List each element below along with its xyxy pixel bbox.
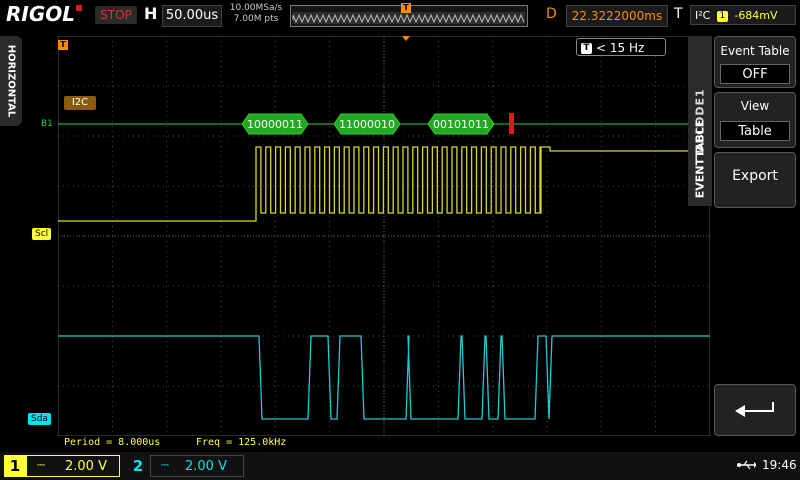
view-value: Table [720, 121, 790, 141]
bus-end-marker [509, 113, 514, 134]
trigger-channel-badge: 1 [716, 10, 728, 22]
event-table-side-tab: EVENTTABLE [688, 110, 712, 208]
trigger-frequency-badge: T < 15 Hz [576, 38, 666, 56]
horizontal-label: H [144, 4, 158, 23]
event-table-button[interactable]: Event Table OFF [714, 36, 796, 88]
ch2-scale: 2.00 V [185, 459, 227, 474]
ch1-scale-box[interactable]: ⎓ 2.00 V [26, 455, 120, 477]
decoded-packet-text: 11000010 [339, 118, 395, 131]
decoded-packets: 10000011 11000010 00101011 [241, 113, 495, 135]
trigger-freq-icon: T [581, 43, 592, 54]
memory-depth: 7.00M pts [233, 14, 279, 24]
ch2-scale-box[interactable]: ⎓ 2.00 V [150, 455, 244, 477]
period-measurement: Period = 8.000us [64, 437, 161, 448]
ch1-number[interactable]: 1 [4, 455, 26, 477]
ch2-number[interactable]: 2 [128, 455, 148, 477]
run-stop-indicator[interactable]: STOP [95, 6, 137, 24]
ch1-scale: 2.00 V [65, 459, 107, 474]
brand-text: RIGOL [6, 2, 76, 26]
timebase-value[interactable]: 50.00us [162, 5, 222, 27]
clock: 19:46 [762, 458, 797, 472]
trigger-offset-value[interactable]: 22.3222000ms [566, 5, 668, 27]
event-table-value: OFF [720, 64, 790, 84]
bus-marker[interactable]: B1 [38, 118, 56, 130]
ch1-coupling-icon: ⎓ [37, 460, 45, 471]
sda-channel-marker[interactable]: Sda [28, 413, 51, 425]
usb-icon [736, 458, 757, 476]
view-title: View [740, 99, 770, 113]
event-table-side-label: EVENTTABLE [693, 119, 707, 199]
back-button[interactable] [714, 384, 796, 436]
ch2-coupling-icon: ⎓ [161, 460, 169, 471]
trigger-level: -684mV [734, 9, 778, 22]
decoded-packet-text: 10000011 [247, 118, 303, 131]
usb-symbol [737, 460, 757, 470]
waveform-display: 10000011 11000010 00101011 [58, 36, 710, 436]
trigger-label: T [674, 6, 683, 22]
trigger-position-marker: T [401, 3, 411, 13]
trigger-source: I²C [695, 9, 711, 22]
logo-dot [76, 5, 83, 11]
export-label: Export [732, 168, 778, 184]
export-button[interactable]: Export [714, 152, 796, 208]
view-button[interactable]: View Table [714, 92, 796, 148]
sample-rate: 10.00MSa/s [229, 3, 283, 13]
scl-channel-marker[interactable]: Scl [32, 228, 52, 240]
horizontal-tab-label: HORIZONTAL [5, 44, 17, 118]
frequency-measurement: Freq = 125.0kHz [196, 437, 287, 448]
trigger-time-marker: T [58, 40, 68, 50]
bus-type-tag: I2C [64, 96, 96, 110]
event-table-title: Event Table [720, 44, 790, 58]
brand-logo: RIGOL [6, 2, 83, 26]
delay-label: D [546, 6, 557, 22]
back-arrow-icon [735, 402, 774, 417]
acquisition-info: 10.00MSa/s 7.00M pts [228, 3, 284, 25]
trigger-frequency-text: < 15 Hz [596, 41, 645, 55]
trigger-settings[interactable]: I²C 1 -684mV [690, 5, 796, 25]
decoded-packet-text: 00101011 [433, 118, 489, 131]
channel-status-bar [0, 452, 800, 480]
horizontal-menu-tab[interactable]: HORIZONTAL [0, 36, 22, 126]
